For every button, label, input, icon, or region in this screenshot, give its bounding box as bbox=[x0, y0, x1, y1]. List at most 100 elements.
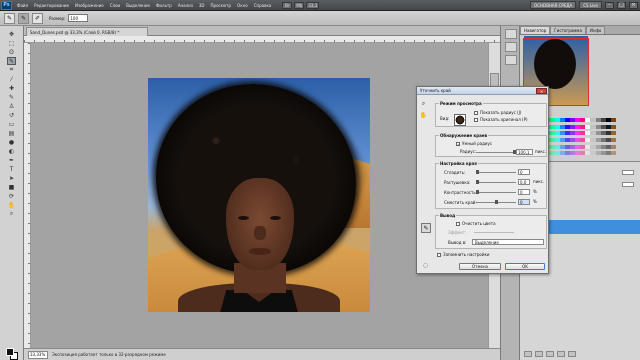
shape-tool-icon[interactable]: ■ bbox=[7, 183, 16, 191]
menu-layers[interactable]: Слои bbox=[107, 3, 123, 8]
hand-tool-icon[interactable]: ✋ bbox=[7, 201, 16, 209]
smooth-field[interactable]: 0 bbox=[518, 169, 530, 175]
tool-preset-icon[interactable]: ✎ bbox=[4, 12, 15, 24]
hand-icon[interactable]: ✋ bbox=[419, 111, 428, 120]
document-tab[interactable]: Sand_Dunes.psd @ 33,3% (Слой 0, RGB/8) * bbox=[26, 27, 148, 36]
shift-edge-slider-knob[interactable] bbox=[495, 200, 498, 204]
color-swatch[interactable] bbox=[610, 131, 616, 136]
dodge-tool-icon[interactable]: ◐ bbox=[7, 147, 16, 155]
brush-tool-icon[interactable]: ✎ bbox=[7, 93, 16, 101]
menu-help[interactable]: Справка bbox=[251, 3, 275, 8]
minimize-icon[interactable]: – bbox=[605, 1, 614, 9]
move-tool-icon[interactable]: ✥ bbox=[7, 30, 16, 38]
panel-actions-icon[interactable] bbox=[505, 42, 517, 52]
menu-window[interactable]: Окно bbox=[234, 3, 251, 8]
color-swatch[interactable] bbox=[610, 137, 616, 142]
smooth-slider-knob[interactable] bbox=[476, 170, 479, 174]
blur-tool-icon[interactable]: ● bbox=[7, 138, 16, 146]
smart-radius-checkbox[interactable]: ✓ bbox=[456, 142, 460, 147]
3d-rotate-icon[interactable]: ⟳ bbox=[7, 192, 16, 200]
contrast-slider-knob[interactable] bbox=[476, 190, 479, 194]
eyedropper-tool-icon[interactable]: ⁄ bbox=[7, 75, 16, 83]
close-icon[interactable]: × bbox=[629, 1, 638, 9]
color-swatch[interactable] bbox=[610, 118, 616, 122]
layer-mask-icon[interactable] bbox=[546, 351, 554, 357]
zoom-icon[interactable]: ⌕ bbox=[419, 99, 428, 108]
menu-select[interactable]: Выделение bbox=[123, 3, 153, 8]
dialog-close-button[interactable]: × bbox=[536, 88, 547, 94]
feather-field[interactable]: 0,0 bbox=[518, 179, 530, 185]
marquee-tool-icon[interactable]: ⬚ bbox=[7, 39, 16, 47]
cs-live-button[interactable]: CS Live bbox=[579, 1, 602, 9]
radius-slider[interactable] bbox=[476, 150, 516, 154]
dialog-title-bar[interactable]: Уточнить край × bbox=[417, 87, 548, 95]
menu-image[interactable]: Изображение bbox=[72, 3, 107, 8]
eraser-tool-icon[interactable]: ▭ bbox=[7, 120, 16, 128]
photoshop-window: Ps Файл Редактирование Изображение Слои … bbox=[0, 0, 640, 360]
layer-style-icon[interactable] bbox=[535, 351, 543, 357]
feather-slider-knob[interactable] bbox=[476, 180, 479, 184]
tab-navigator[interactable]: Навигатор bbox=[520, 26, 551, 34]
cancel-button[interactable]: Отмена bbox=[459, 263, 501, 270]
gradient-tool-icon[interactable]: ▤ bbox=[7, 129, 16, 137]
dialog-title: Уточнить край bbox=[420, 88, 451, 93]
link-layers-icon[interactable] bbox=[524, 351, 532, 357]
pen-tool-icon[interactable]: ✒ bbox=[7, 156, 16, 164]
history-brush-icon[interactable]: ↺ bbox=[7, 111, 16, 119]
stamp-tool-icon[interactable]: ♙ bbox=[7, 102, 16, 110]
maximize-icon[interactable]: □ bbox=[617, 1, 626, 9]
panel-history-icon[interactable] bbox=[505, 29, 517, 39]
menu-edit[interactable]: Редактирование bbox=[31, 3, 72, 8]
bridge-icon[interactable]: Br bbox=[282, 1, 293, 9]
opacity-field[interactable] bbox=[622, 169, 634, 175]
path-select-icon[interactable]: ➤ bbox=[7, 174, 16, 182]
remember-settings-checkbox[interactable] bbox=[437, 253, 441, 257]
color-swatch[interactable] bbox=[610, 144, 616, 149]
show-original-checkbox[interactable] bbox=[474, 118, 478, 122]
radius-field[interactable]: 100,1 bbox=[516, 149, 533, 155]
menu-filter[interactable]: Фильтр bbox=[153, 3, 175, 8]
view-mode-thumbnail[interactable] bbox=[454, 114, 466, 126]
shift-edge-slider[interactable] bbox=[476, 200, 516, 204]
contrast-field[interactable]: 0 bbox=[518, 189, 530, 195]
trash-icon[interactable] bbox=[568, 351, 576, 357]
status-zoom-field[interactable]: 33,33% bbox=[28, 350, 48, 359]
smooth-slider[interactable] bbox=[476, 170, 516, 174]
menu-view[interactable]: Просмотр bbox=[208, 3, 235, 8]
menu-file[interactable]: Файл bbox=[14, 3, 31, 8]
panel-brush-icon[interactable] bbox=[505, 55, 517, 65]
menu-analysis[interactable]: Анализ bbox=[175, 3, 196, 8]
foreground-color-swatch[interactable] bbox=[6, 348, 14, 356]
amount-slider bbox=[474, 232, 514, 233]
ok-button[interactable]: OK bbox=[505, 263, 545, 270]
color-swatch[interactable] bbox=[610, 124, 616, 129]
fill-field[interactable] bbox=[622, 181, 634, 187]
lasso-tool-icon[interactable]: ʘ bbox=[7, 48, 16, 56]
decontaminate-checkbox[interactable] bbox=[456, 222, 460, 226]
menu-3d[interactable]: 3D bbox=[196, 3, 208, 8]
minibridge-icon[interactable]: Mb bbox=[294, 1, 305, 9]
contrast-slider[interactable] bbox=[476, 190, 516, 194]
workspace-button[interactable]: ОСНОВНАЯ СРЕДА bbox=[529, 1, 577, 9]
show-radius-checkbox[interactable] bbox=[474, 111, 478, 115]
tab-info[interactable]: Инфо bbox=[585, 26, 606, 34]
document-image[interactable] bbox=[148, 78, 370, 312]
size-field[interactable]: 100 bbox=[68, 14, 89, 22]
zoom-tool-icon[interactable]: ⌕ bbox=[7, 210, 16, 218]
feather-slider[interactable] bbox=[476, 180, 516, 184]
refine-radius-icon[interactable]: ✎ bbox=[18, 12, 29, 24]
healing-tool-icon[interactable]: ✚ bbox=[7, 84, 16, 92]
refine-brush-icon[interactable]: ✎ bbox=[421, 223, 431, 233]
output-to-select[interactable]: Выделение bbox=[472, 239, 544, 245]
color-swatch[interactable] bbox=[610, 151, 616, 156]
refine-edge-dialog: Уточнить край × ⌕ ✋ ✎ Режим просмотра Ви… bbox=[416, 86, 549, 274]
shift-edge-field[interactable]: 0 bbox=[518, 199, 530, 205]
new-layer-icon[interactable] bbox=[557, 351, 565, 357]
quick-select-tool-icon[interactable]: ✎ bbox=[7, 57, 16, 65]
type-tool-icon[interactable]: T bbox=[7, 165, 16, 173]
tab-histogram[interactable]: Гистограмма bbox=[550, 26, 586, 34]
crop-tool-icon[interactable]: ⌗ bbox=[7, 66, 16, 74]
erase-refinements-icon[interactable]: ✐ bbox=[32, 12, 43, 24]
zoom-level-select[interactable]: 33,3 bbox=[306, 1, 320, 9]
reset-icon[interactable]: ◌ bbox=[421, 261, 430, 270]
